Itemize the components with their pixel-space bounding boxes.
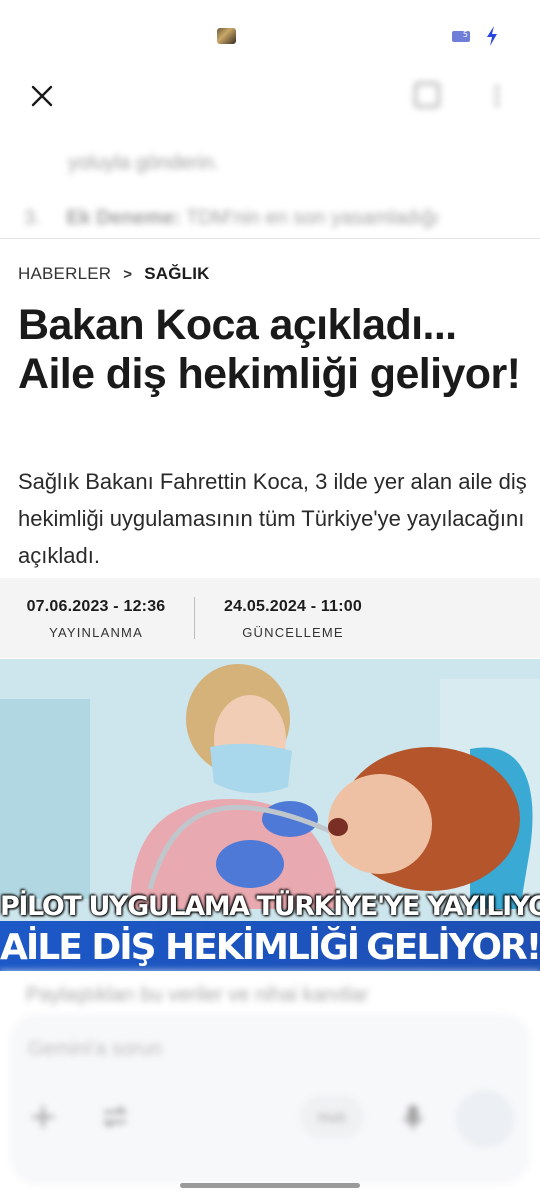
charging-bolt-icon — [487, 26, 497, 46]
send-icon[interactable] — [456, 1090, 514, 1148]
article-card: HABERLER > SAĞLIK Bakan Koca açıkladı...… — [0, 238, 540, 971]
breadcrumb: HABERLER > SAĞLIK — [18, 264, 210, 284]
hero-title-main: AİLE DİŞ HEKİMLİĞİ — [0, 927, 360, 968]
close-button[interactable] — [24, 78, 60, 114]
chat-text-line: Paylaştıkları bu veriler ve nihai kanıtl… — [26, 984, 369, 1006]
published-date: 07.06.2023 - 12:36 YAYINLANMA — [18, 598, 174, 640]
battery-icon: 5 — [452, 30, 470, 42]
chat-text-line: yoluyla gönderin. — [68, 152, 220, 174]
article-summary: Sağlık Bakanı Fahrettin Koca, 3 ilde yer… — [18, 469, 527, 568]
updated-date: 24.05.2024 - 11:00 GÜNCELLEME — [216, 598, 370, 640]
updated-date-label: GÜNCELLEME — [242, 625, 344, 640]
plus-icon[interactable] — [28, 1102, 58, 1132]
hero-image[interactable]: PİLOT UYGULAMA TÜRKİYE'YE YAYILIYOR AİLE… — [0, 659, 540, 971]
mic-icon[interactable] — [398, 1102, 428, 1132]
breadcrumb-home-link[interactable]: HABERLER — [18, 264, 111, 284]
breadcrumb-section-link[interactable]: SAĞLIK — [144, 264, 209, 284]
model-selector[interactable]: Hızlı — [300, 1095, 364, 1139]
chat-composer-area: Paylaştıkları bu veriler ve nihai kanıtl… — [0, 970, 540, 1200]
date-bar: 07.06.2023 - 12:36 YAYINLANMA 24.05.2024… — [0, 578, 540, 658]
more-icon[interactable] — [494, 84, 500, 108]
published-date-label: YAYINLANMA — [49, 625, 143, 640]
swap-icon[interactable] — [100, 1102, 130, 1132]
date-divider — [194, 597, 195, 639]
article-headline: Bakan Koca açıkladı... Aile diş hekimliğ… — [18, 301, 521, 398]
list-text: TDM'nin en son yasamladığı — [185, 207, 439, 229]
updated-date-value: 24.05.2024 - 11:00 — [224, 598, 362, 615]
hero-banner: AİLE DİŞ HEKİMLİĞİ GELİYOR! — [0, 921, 540, 971]
notification-thumbnail — [217, 28, 236, 44]
list-number: 3. — [24, 207, 41, 229]
hero-overlay-subtitle: PİLOT UYGULAMA TÜRKİYE'YE YAYILIYOR — [0, 891, 540, 922]
chat-text-line: 3. Ek Deneme: TDM'nin en son yasamladığı — [24, 207, 439, 230]
list-bold-text: Ek Deneme: — [66, 207, 181, 229]
close-icon — [31, 85, 53, 107]
home-indicator[interactable] — [180, 1183, 360, 1188]
edit-icon[interactable] — [414, 82, 440, 108]
chevron-right-icon: > — [123, 265, 133, 283]
chat-input-placeholder[interactable]: Gemini'a sorun — [28, 1038, 162, 1061]
battery-level: 5 — [462, 30, 468, 39]
published-date-value: 07.06.2023 - 12:36 — [26, 598, 166, 615]
hero-title-accent: GELİYOR! — [366, 927, 540, 968]
top-right-actions — [408, 80, 518, 112]
hero-overlay-title: AİLE DİŞ HEKİMLİĞİ GELİYOR! — [0, 927, 540, 968]
status-bar: 5 — [0, 0, 540, 70]
